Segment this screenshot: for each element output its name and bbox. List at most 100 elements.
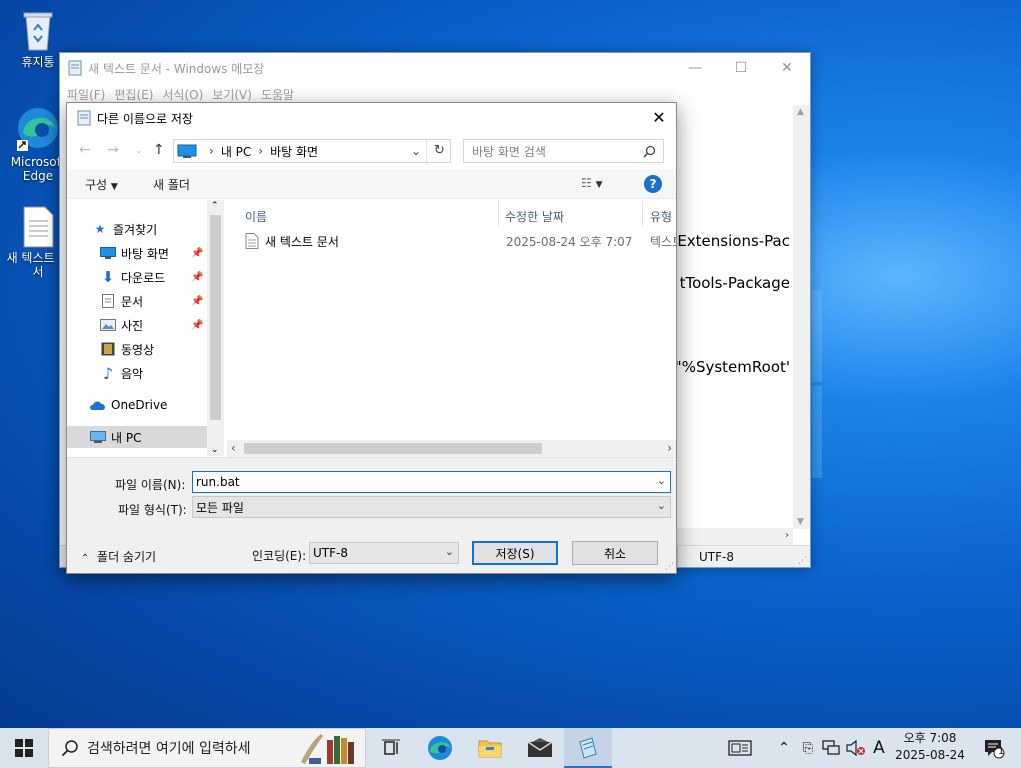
notepad-icon bbox=[77, 110, 91, 126]
pin-icon[interactable]: 📌 bbox=[191, 272, 203, 283]
nav-item-pictures[interactable]: 사진 📌 bbox=[99, 314, 207, 336]
column-header-type[interactable]: 유형 bbox=[650, 204, 672, 228]
clock-time: 오후 7:08 bbox=[903, 731, 957, 745]
resize-grip-icon[interactable]: ⋰ bbox=[798, 556, 807, 566]
folder-search-input[interactable]: 바탕 화면 검색 bbox=[463, 139, 664, 163]
tray-volume[interactable] bbox=[844, 728, 868, 768]
recent-locations-icon[interactable]: ⌄ bbox=[135, 146, 143, 156]
scroll-down-icon[interactable]: ▼ bbox=[797, 517, 804, 527]
save-as-dialog: 다른 이름으로 저장 ✕ ← → ⌄ ↑ › 내 PC › 바탕 화면 ⌄ ↻ … bbox=[66, 102, 677, 574]
window-controls: — ☐ ✕ bbox=[672, 53, 810, 83]
scroll-down-icon[interactable]: ⌄ bbox=[211, 445, 219, 455]
show-hidden-icons-button[interactable]: ⌃ bbox=[774, 728, 794, 768]
navigation-bar: ← → ⌄ ↑ › 내 PC › 바탕 화면 ⌄ ↻ 바탕 화면 검색 bbox=[67, 133, 676, 169]
ime-mode-indicator[interactable]: A bbox=[870, 728, 888, 768]
folder-icon bbox=[478, 740, 502, 758]
navigation-pane-scrollbar[interactable]: ⌃ ⌄ bbox=[207, 200, 224, 456]
menu-help[interactable]: 도움말 bbox=[258, 86, 300, 103]
dialog-title: 다른 이름으로 저장 bbox=[97, 111, 193, 126]
taskbar-search-box[interactable]: 검색하려면 여기에 입력하세 bbox=[48, 728, 366, 768]
file-row[interactable]: 새 텍스트 문서 2025-08-24 오후 7:07 텍스트 문서 bbox=[241, 230, 676, 252]
refresh-icon[interactable]: ↻ bbox=[434, 143, 445, 158]
address-divider bbox=[426, 140, 427, 162]
start-button[interactable] bbox=[0, 728, 48, 768]
column-header-name[interactable]: 이름 bbox=[245, 204, 267, 228]
address-dropdown-icon[interactable]: ⌄ bbox=[411, 144, 421, 158]
scrollbar-thumb[interactable] bbox=[244, 443, 542, 454]
sort-ascending-icon: ^ bbox=[364, 200, 372, 207]
organize-menu[interactable]: 구성 ▼ bbox=[85, 176, 118, 193]
taskbar-file-explorer[interactable] bbox=[466, 728, 514, 768]
cancel-button[interactable]: 취소 bbox=[572, 541, 658, 565]
action-center-button[interactable]: 1 bbox=[978, 728, 1010, 768]
taskbar-clock[interactable]: 오후 7:08 2025-08-24 bbox=[893, 730, 967, 764]
view-options-icon[interactable]: ☷ ▼ bbox=[581, 176, 603, 190]
search-placeholder: 검색하려면 여기에 입력하세 bbox=[87, 741, 251, 757]
text-line: tTools-Package bbox=[679, 274, 790, 292]
taskbar-notepad[interactable] bbox=[564, 728, 612, 768]
filetype-select[interactable]: 모든 파일 ⌄ bbox=[192, 496, 671, 518]
nav-item-videos[interactable]: 동영상 bbox=[99, 338, 154, 360]
up-arrow-icon[interactable]: ↑ bbox=[153, 142, 165, 158]
back-arrow-icon[interactable]: ← bbox=[79, 142, 91, 158]
file-list-horizontal-scrollbar[interactable]: ‹ › bbox=[227, 440, 676, 457]
notepad-horizontal-scrollbar[interactable]: › bbox=[675, 528, 793, 545]
encoding-value: UTF-8 bbox=[313, 546, 348, 560]
resize-grip-icon[interactable]: ⋰ bbox=[665, 562, 674, 572]
forward-arrow-icon[interactable]: → bbox=[107, 142, 119, 158]
scrollbar-thumb[interactable] bbox=[210, 215, 221, 420]
nav-quick-access[interactable]: ★ 즐겨찾기 bbox=[91, 218, 158, 240]
scroll-up-icon[interactable]: ⌃ bbox=[211, 201, 219, 211]
encoding-label: 인코딩(E): bbox=[252, 549, 307, 563]
maximize-icon[interactable]: ☐ bbox=[718, 53, 764, 83]
pin-icon[interactable]: 📌 bbox=[191, 296, 203, 307]
menu-format[interactable]: 서식(O) bbox=[159, 86, 209, 103]
nav-item-music[interactable]: ♪ 음악 bbox=[99, 362, 143, 384]
scroll-left-icon[interactable]: ‹ bbox=[231, 441, 236, 455]
pin-icon[interactable]: 📌 bbox=[191, 320, 203, 331]
task-view-button[interactable] bbox=[368, 728, 416, 768]
tray-network[interactable] bbox=[820, 728, 842, 768]
keyboard-icon bbox=[728, 740, 752, 756]
column-divider[interactable] bbox=[642, 200, 643, 226]
dialog-close-button[interactable]: ✕ bbox=[642, 103, 676, 131]
task-view-icon bbox=[382, 739, 400, 755]
chevron-down-icon[interactable]: ⌄ bbox=[657, 474, 666, 487]
network-icon bbox=[822, 740, 840, 755]
help-icon[interactable]: ? bbox=[644, 175, 662, 193]
volume-muted-icon bbox=[846, 740, 865, 756]
pin-icon[interactable]: 📌 bbox=[191, 248, 203, 259]
menu-view[interactable]: 보기(V) bbox=[209, 86, 258, 103]
nav-item-documents[interactable]: 문서 📌 bbox=[99, 290, 207, 312]
nav-item-onedrive[interactable]: OneDrive bbox=[89, 394, 167, 416]
scroll-up-icon[interactable]: ▲ bbox=[797, 107, 804, 117]
text-document-icon bbox=[23, 206, 54, 248]
nav-item-desktop[interactable]: 바탕 화면 📌 bbox=[99, 242, 207, 264]
notification-count: 1 bbox=[998, 746, 1005, 757]
notepad-vertical-scrollbar[interactable]: ▲ ▼ bbox=[793, 105, 810, 529]
close-icon[interactable]: ✕ bbox=[764, 53, 810, 83]
encoding-select[interactable]: UTF-8 ⌄ bbox=[309, 542, 459, 564]
address-bar[interactable]: › 내 PC › 바탕 화면 ⌄ ↻ bbox=[173, 139, 451, 163]
scroll-right-icon[interactable]: › bbox=[785, 530, 789, 541]
breadcrumb-this-pc[interactable]: 내 PC bbox=[221, 143, 251, 160]
hide-folders-toggle[interactable]: ⌃ 폴더 숨기기 bbox=[81, 548, 156, 565]
nav-item-downloads[interactable]: ⬇ 다운로드 📌 bbox=[99, 266, 207, 288]
scroll-right-icon[interactable]: › bbox=[667, 441, 672, 455]
tray-meet-now[interactable]: ⎘ bbox=[798, 728, 818, 768]
column-divider[interactable] bbox=[498, 200, 499, 226]
filename-input[interactable]: run.bat ⌄ bbox=[192, 471, 671, 493]
new-folder-button[interactable]: 새 폴더 bbox=[153, 176, 190, 193]
tray-language-bar[interactable] bbox=[724, 728, 756, 768]
edge-icon bbox=[428, 736, 452, 760]
taskbar-edge[interactable] bbox=[416, 728, 464, 768]
breadcrumb-desktop[interactable]: 바탕 화면 bbox=[270, 143, 318, 160]
taskbar-mail[interactable] bbox=[516, 728, 564, 768]
save-button[interactable]: 저장(S) bbox=[472, 541, 558, 565]
nav-item-this-pc[interactable]: 내 PC bbox=[67, 426, 207, 448]
menu-edit[interactable]: 편집(E) bbox=[111, 86, 159, 103]
column-header-modified[interactable]: 수정한 날짜 bbox=[505, 204, 564, 228]
minimize-icon[interactable]: — bbox=[672, 53, 718, 83]
menu-file[interactable]: 파일(F) bbox=[64, 86, 111, 103]
navigation-pane: ★ 즐겨찾기 바탕 화면 📌 ⬇ 다운로드 📌 문서 📌 사진 📌 동영상 ♪ … bbox=[67, 200, 225, 456]
